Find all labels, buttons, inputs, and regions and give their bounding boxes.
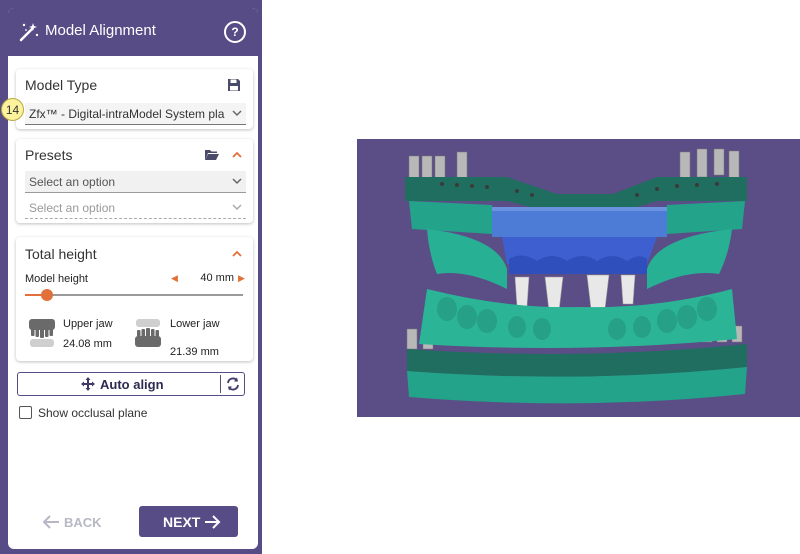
- chevron-down-icon: [232, 178, 242, 185]
- auto-align-label: Auto align: [100, 377, 164, 392]
- preset-select-2-placeholder: Select an option: [29, 201, 116, 215]
- auto-align-button[interactable]: Auto align: [17, 372, 245, 396]
- upper-jaw-label: Upper jaw: [63, 318, 113, 330]
- upper-jaw-value: 24.08 mm: [63, 338, 112, 350]
- chevron-up-icon[interactable]: [232, 150, 242, 160]
- model-alignment-panel: Model Alignment ? Model Type Zfx™ - Digi…: [0, 0, 262, 554]
- model-viewport[interactable]: [357, 139, 800, 417]
- preset-select-1[interactable]: Select an option: [25, 171, 246, 193]
- panel-body: Model Alignment ? Model Type Zfx™ - Digi…: [8, 8, 258, 549]
- increase-arrow-icon[interactable]: ▶: [238, 273, 245, 284]
- step-badge: 14: [1, 98, 24, 121]
- occlusal-plane-label: Show occlusal plane: [38, 406, 148, 420]
- preset-select-2[interactable]: Select an option: [25, 197, 246, 219]
- chevron-down-icon: [232, 204, 242, 211]
- save-icon[interactable]: [227, 78, 241, 92]
- presets-card: Presets Select an option Select an optio…: [16, 139, 253, 223]
- dental-model-render: [405, 148, 747, 404]
- model-height-label: Model height: [25, 273, 88, 285]
- panel-title: Model Alignment: [45, 22, 156, 39]
- panel-header: Model Alignment ?: [8, 8, 258, 56]
- chevron-down-icon: [232, 110, 242, 117]
- lower-jaw-label: Lower jaw: [170, 318, 220, 330]
- total-height-title: Total height: [25, 246, 97, 262]
- model-type-selected-value: Zfx™ - Digital-intraModel System pla: [29, 107, 225, 121]
- occlusal-plane-checkbox[interactable]: [19, 406, 32, 419]
- arrow-right-icon: [205, 515, 221, 529]
- chevron-up-icon[interactable]: [232, 249, 242, 259]
- upper-jaw-icon: [29, 319, 55, 347]
- presets-title: Presets: [25, 147, 73, 163]
- back-label: BACK: [64, 515, 102, 530]
- sync-icon[interactable]: [226, 377, 240, 391]
- arrow-left-icon: [42, 515, 59, 529]
- model-height-slider[interactable]: [25, 289, 243, 301]
- next-label: NEXT: [163, 514, 201, 530]
- folder-open-icon[interactable]: [204, 148, 219, 161]
- slider-thumb[interactable]: [41, 289, 53, 301]
- back-button[interactable]: BACK: [42, 513, 112, 533]
- lower-jaw-value: 21.39 mm: [170, 346, 219, 358]
- model-type-card: Model Type Zfx™ - Digital-intraModel Sys…: [16, 69, 253, 129]
- magic-wand-icon: [19, 23, 39, 42]
- model-type-title: Model Type: [25, 77, 98, 93]
- lower-jaw-icon: [135, 319, 161, 347]
- decrease-arrow-icon[interactable]: ◀: [171, 273, 178, 284]
- model-type-select[interactable]: Zfx™ - Digital-intraModel System pla: [25, 103, 246, 125]
- total-height-card: Total height Model height ◀ 40 mm ▶ Uppe…: [16, 237, 253, 361]
- next-button[interactable]: NEXT: [139, 506, 238, 537]
- move-icon: [81, 377, 95, 391]
- preset-select-1-placeholder: Select an option: [29, 175, 116, 189]
- help-icon[interactable]: ?: [224, 21, 246, 43]
- button-divider: [220, 375, 221, 393]
- model-height-input[interactable]: 40 mm: [188, 272, 234, 284]
